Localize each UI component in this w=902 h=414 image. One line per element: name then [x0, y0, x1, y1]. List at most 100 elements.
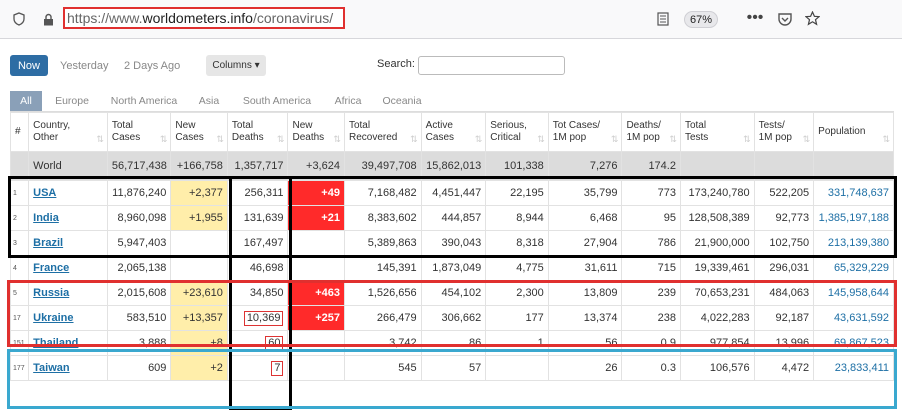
col-rank[interactable]: # — [9, 112, 30, 152]
country-link[interactable]: France — [33, 262, 69, 274]
sort-icon[interactable]: ⇅ — [475, 133, 483, 145]
shield-icon[interactable] — [11, 10, 27, 28]
cell-population: 43,631,592 — [813, 305, 894, 331]
country-link[interactable]: Ukraine — [33, 312, 73, 324]
col-new-deaths[interactable]: New Deaths ⇅ — [287, 112, 345, 152]
country-link[interactable]: India — [33, 212, 59, 224]
tab-south-america[interactable]: South America — [238, 91, 316, 111]
cell-total-tests: 4,022,283 — [679, 305, 755, 331]
country-link[interactable]: Taiwan — [33, 362, 69, 374]
col-total-tests[interactable]: Total Tests ⇅ — [679, 112, 755, 152]
cell-country[interactable]: India — [28, 205, 108, 231]
col-tests-per-1m[interactable]: Tests/ 1M pop ⇅ — [753, 112, 815, 152]
col-new-cases[interactable]: New Cases ⇅ — [170, 112, 228, 152]
covid-table: # Country, Other ⇅ Total Cases ⇅ New Cases ⇅ To… — [9, 112, 894, 381]
sort-icon[interactable]: ⇅ — [277, 133, 285, 145]
col-total-deaths[interactable]: Total Deaths ⇅ — [226, 112, 289, 152]
cell-deaths-per-1m: 786 — [621, 230, 681, 256]
cell-new-deaths — [287, 355, 345, 381]
cell-population: 23,833,411 — [813, 355, 894, 381]
col-tot-cases-per-1m[interactable]: Tot Cases/ 1M pop ⇅ — [547, 112, 623, 152]
cell-serious-critical: 8,318 — [485, 230, 549, 256]
col-population[interactable]: Population ⇅ — [813, 112, 894, 152]
lock-icon[interactable] — [40, 10, 56, 28]
cell-serious-critical: 177 — [485, 305, 549, 331]
sort-icon[interactable]: ⇅ — [216, 133, 224, 145]
table-row: 2 India 8,960,098 +1,955 131,639 +21 8,383,602… — [9, 205, 894, 231]
col-serious-critical[interactable]: Serious, Critical ⇅ — [485, 112, 549, 152]
cell-new-deaths: +257 — [287, 305, 345, 331]
zoom-indicator[interactable]: 67% — [684, 11, 718, 28]
two-days-ago-link[interactable]: 2 Days Ago — [124, 55, 180, 76]
cell-total-recovered: 145,391 — [343, 255, 422, 281]
tab-all[interactable]: All — [10, 91, 42, 111]
tab-africa[interactable]: Africa — [330, 91, 366, 111]
sort-icon[interactable]: ⇅ — [96, 133, 104, 145]
sort-icon[interactable]: ⇅ — [743, 133, 751, 145]
col-active-cases-label: Active Cases — [425, 120, 455, 143]
cell-new-deaths: +3,624 — [287, 151, 345, 181]
cell-tot-cases-per-1m: 35,799 — [547, 180, 623, 206]
more-actions-icon[interactable]: ••• — [745, 9, 765, 27]
col-serious-critical-label: Serious, Critical — [490, 120, 527, 143]
col-country[interactable]: Country, Other ⇅ — [28, 112, 108, 152]
cell-deaths-per-1m: 174.2 — [621, 151, 681, 181]
sort-icon[interactable]: ⇅ — [537, 133, 545, 145]
header-row: # Country, Other ⇅ Total Cases ⇅ New Cases ⇅ To… — [9, 112, 894, 152]
tab-europe[interactable]: Europe — [46, 91, 98, 111]
cell-country[interactable]: Thailand — [28, 330, 108, 356]
cell-total-tests: 173,240,780 — [679, 180, 755, 206]
col-total-cases[interactable]: Total Cases ⇅ — [106, 112, 172, 152]
cell-tests-per-1m — [753, 151, 815, 181]
pocket-icon[interactable] — [776, 10, 794, 28]
cell-population: 1,385,197,188 — [813, 205, 894, 231]
cell-country[interactable]: USA — [28, 180, 108, 206]
url-bar[interactable]: https://www. worldometers.info/coronaviru… — [63, 7, 345, 29]
sort-icon[interactable]: ⇅ — [882, 133, 890, 145]
sort-icon[interactable]: ⇅ — [410, 133, 418, 145]
cell-new-cases: +2 — [170, 355, 228, 381]
cell-country[interactable]: France — [28, 255, 108, 281]
sort-icon[interactable]: ⇅ — [160, 133, 168, 145]
tab-oceania[interactable]: Oceania — [378, 91, 426, 111]
cell-new-deaths — [287, 230, 345, 256]
table-row: 3 Brazil 5,947,403 167,497 5,389,863 390,043 8… — [9, 230, 894, 256]
cell-population — [813, 151, 894, 181]
cell-active-cases: 57 — [420, 355, 487, 381]
tab-asia[interactable]: Asia — [194, 91, 224, 111]
col-deaths-per-1m[interactable]: Deaths/ 1M pop ⇅ — [621, 112, 681, 152]
cell-population: 65,329,229 — [813, 255, 894, 281]
url-domain: worldometers.info — [142, 10, 253, 26]
country-link[interactable]: Thailand — [33, 337, 78, 349]
cell-serious-critical: 101,338 — [485, 151, 549, 181]
col-active-cases[interactable]: Active Cases ⇅ — [420, 112, 487, 152]
sort-icon[interactable]: ⇅ — [611, 133, 619, 145]
cell-total-recovered: 39,497,708 — [343, 151, 422, 181]
country-link[interactable]: USA — [33, 187, 56, 199]
columns-button[interactable]: Columns ▾ — [206, 55, 266, 76]
cell-tests-per-1m: 102,750 — [753, 230, 815, 256]
cell-new-deaths: +463 — [287, 280, 345, 306]
bookmark-star-icon[interactable] — [803, 9, 821, 27]
cell-total-recovered: 8,383,602 — [343, 205, 422, 231]
cell-rank — [9, 151, 30, 181]
tab-north-america[interactable]: North America — [106, 91, 182, 111]
cell-tests-per-1m: 484,063 — [753, 280, 815, 306]
cell-country[interactable]: Brazil — [28, 230, 108, 256]
yesterday-link[interactable]: Yesterday — [60, 55, 109, 76]
cell-active-cases: 86 — [420, 330, 487, 356]
col-total-recovered[interactable]: Total Recovered ⇅ — [343, 112, 422, 152]
cell-country[interactable]: Russia — [28, 280, 108, 306]
now-button[interactable]: Now — [10, 55, 48, 76]
country-link[interactable]: Russia — [33, 287, 69, 299]
search-input[interactable] — [418, 56, 565, 75]
sort-icon[interactable]: ⇅ — [669, 133, 677, 145]
cell-country[interactable]: Taiwan — [28, 355, 108, 381]
sort-icon[interactable]: ⇅ — [803, 133, 811, 145]
cell-tot-cases-per-1m: 26 — [547, 355, 623, 381]
cell-total-tests: 70,653,231 — [679, 280, 755, 306]
cell-country[interactable]: Ukraine — [28, 305, 108, 331]
sort-icon[interactable]: ⇅ — [333, 133, 341, 145]
reader-view-icon[interactable] — [655, 10, 671, 28]
country-link[interactable]: Brazil — [33, 237, 63, 249]
